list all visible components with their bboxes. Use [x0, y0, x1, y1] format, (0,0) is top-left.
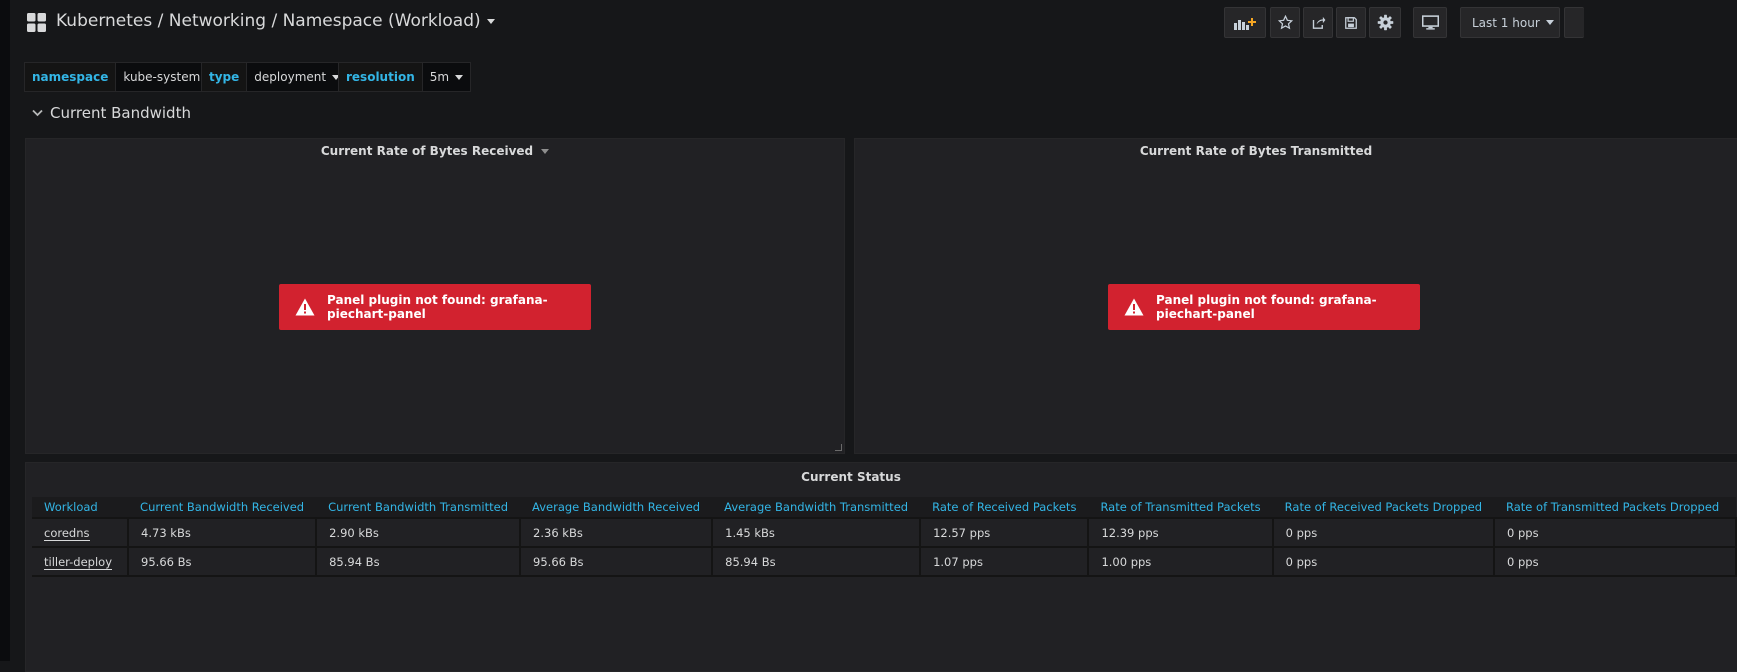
warning-icon [295, 298, 315, 316]
variable-namespace: namespace kube-system [24, 62, 223, 92]
share-icon [1312, 16, 1325, 29]
variable-value: deployment [254, 70, 327, 84]
table-cell: 2.36 kBs [520, 518, 714, 548]
resolution-select[interactable]: 5m [422, 62, 472, 92]
variable-label: resolution [338, 62, 423, 92]
column-header[interactable]: Average Bandwidth Transmitted [712, 497, 921, 519]
gear-icon [1377, 14, 1393, 31]
column-header[interactable]: Rate of Transmitted Packets Dropped [1494, 497, 1736, 519]
panel-title: Current Rate of Bytes Transmitted [1139, 144, 1373, 158]
type-select[interactable]: deployment [247, 62, 349, 92]
plugin-error-alert: Panel plugin not found: grafana-piechart… [279, 284, 591, 330]
window-edge [0, 0, 10, 661]
column-header[interactable]: Current Bandwidth Received [128, 497, 317, 519]
save-icon [1345, 16, 1357, 29]
dashboard-grid-icon[interactable] [27, 13, 46, 32]
panel-title: Current Status [801, 470, 901, 484]
variable-type: type deployment [201, 62, 349, 92]
view-mode-button[interactable] [1413, 7, 1447, 38]
chevron-down-icon [455, 74, 464, 80]
share-button[interactable] [1303, 7, 1333, 38]
alert-text: Panel plugin not found: grafana-piechart… [1156, 293, 1377, 321]
panel-title: Current Rate of Bytes Received [320, 144, 534, 158]
table-cell: 4.73 kBs [128, 518, 318, 548]
monitor-icon [1421, 15, 1439, 30]
workload-link-cell[interactable]: tiller-deploy [32, 547, 130, 577]
table-cell: 12.39 pps [1088, 518, 1274, 548]
table-cell: 1.07 pps [920, 547, 1090, 577]
table-cell: 95.66 Bs [520, 547, 714, 577]
column-header[interactable]: Average Bandwidth Received [520, 497, 713, 519]
chevron-down-icon [1545, 20, 1554, 25]
variable-label: namespace [24, 62, 117, 92]
save-button[interactable] [1336, 7, 1366, 38]
plugin-error-alert: Panel plugin not found: grafana-piechart… [1108, 284, 1420, 330]
table-cell: 1.00 pps [1088, 547, 1274, 577]
star-icon [1277, 15, 1293, 30]
variable-value: kube-system [123, 70, 201, 84]
panel-resize-handle[interactable] [835, 444, 842, 451]
panel-title-menu[interactable]: Current Status [26, 470, 1676, 484]
table-cell: 1.45 kBs [712, 518, 922, 548]
chevron-down-icon [486, 18, 495, 24]
table-cell: 0 pps [1272, 547, 1496, 577]
panel-title-menu[interactable]: Current Rate of Bytes Transmitted [855, 144, 1657, 158]
chevron-down-icon [541, 149, 550, 154]
variable-label: type [201, 62, 248, 92]
panel-bytes-transmitted: Current Rate of Bytes Transmitted Panel … [854, 138, 1737, 454]
table-cell: 95.66 Bs [128, 547, 318, 577]
alert-text: Panel plugin not found: grafana-piechart… [327, 293, 548, 321]
table-cell: 85.94 Bs [712, 547, 922, 577]
workload-link[interactable]: tiller-deploy [44, 554, 113, 570]
table-cell: 85.94 Bs [316, 547, 522, 577]
column-header[interactable]: Workload [32, 497, 129, 519]
settings-button[interactable] [1369, 7, 1401, 38]
row-title: Current Bandwidth [50, 104, 191, 122]
zoom-out-button[interactable] [1564, 7, 1584, 38]
table-row: coredns 4.73 kBs 2.90 kBs 2.36 kBs 1.45 … [32, 518, 1737, 548]
chevron-down-icon [32, 109, 43, 117]
panel-title-menu[interactable]: Current Rate of Bytes Received [26, 144, 844, 158]
breadcrumb[interactable]: Kubernetes / Networking / Namespace (Wor… [56, 11, 495, 31]
add-panel-button[interactable] [1224, 7, 1266, 38]
table-header-row: Workload Current Bandwidth Received Curr… [32, 497, 1736, 519]
status-table-wrap: Workload Current Bandwidth Received Curr… [32, 497, 1737, 577]
table-cell: 0 pps [1494, 518, 1737, 548]
column-header[interactable]: Rate of Received Packets Dropped [1272, 497, 1495, 519]
time-range-picker[interactable]: Last 1 hour [1460, 7, 1560, 38]
dashboard-title: Kubernetes / Networking / Namespace (Wor… [56, 11, 481, 31]
variable-resolution: resolution 5m [338, 62, 472, 92]
column-header[interactable]: Rate of Transmitted Packets [1088, 497, 1273, 519]
workload-link-cell[interactable]: coredns [32, 518, 130, 548]
table-cell: 0 pps [1494, 547, 1737, 577]
workload-link[interactable]: coredns [44, 525, 90, 541]
column-header[interactable]: Rate of Received Packets [920, 497, 1089, 519]
warning-icon [1124, 298, 1144, 316]
star-button[interactable] [1270, 7, 1300, 38]
variable-value: 5m [429, 70, 450, 84]
status-table: Workload Current Bandwidth Received Curr… [32, 497, 1737, 577]
panel-bytes-received: Current Rate of Bytes Received Panel plu… [25, 138, 845, 454]
table-cell: 12.57 pps [920, 518, 1090, 548]
dashboard-navbar: Kubernetes / Networking / Namespace (Wor… [10, 0, 1737, 46]
time-range-label: Last 1 hour [1472, 15, 1540, 30]
table-row: tiller-deploy 95.66 Bs 85.94 Bs 95.66 Bs… [32, 547, 1737, 577]
table-cell: 2.90 kBs [316, 518, 522, 548]
row-collapse-toggle[interactable]: Current Bandwidth [32, 104, 191, 122]
column-header[interactable]: Current Bandwidth Transmitted [316, 497, 521, 519]
add-panel-icon [1234, 17, 1256, 30]
table-cell: 0 pps [1272, 518, 1496, 548]
